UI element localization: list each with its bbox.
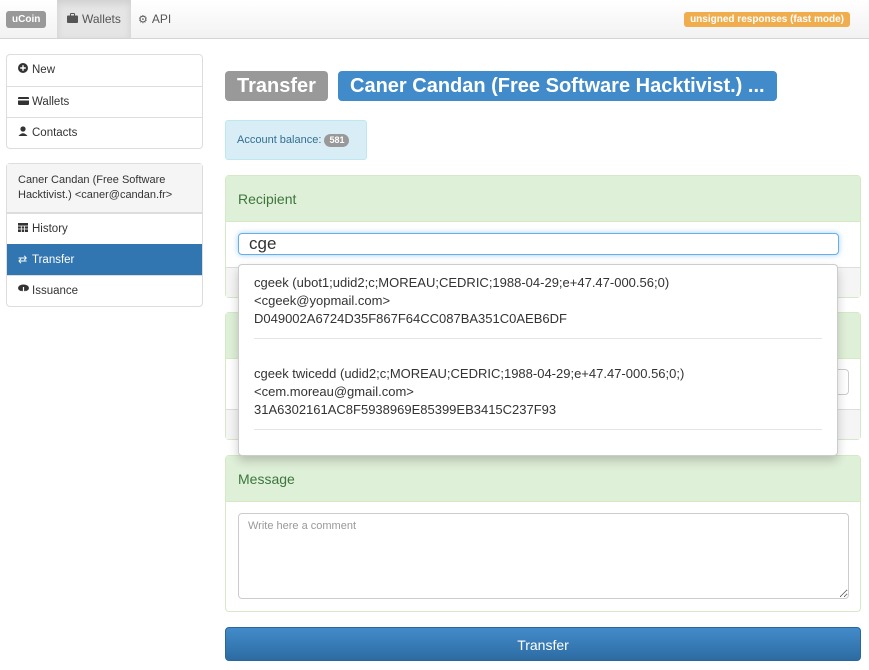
sidebar-item-new[interactable]: New [7, 55, 202, 86]
suggestion-name: cgeek (ubot1;udid2;c;MOREAU;CEDRIC;1988-… [254, 275, 670, 290]
recipient-input[interactable] [238, 233, 839, 255]
plus-circle-icon [18, 55, 32, 86]
message-heading: Message [226, 456, 860, 502]
sidebar-item-issuance[interactable]: Issuance [7, 275, 202, 306]
suggestion-email: <cem.moreau@gmail.com> [254, 384, 414, 399]
nav-tab-api[interactable]: ⚙ API [128, 0, 181, 38]
credit-card-icon [18, 87, 32, 118]
sidebar-item-label: Wallets [32, 96, 70, 108]
calendar-icon [18, 214, 32, 245]
balance-badge: 581 [324, 133, 350, 147]
suggestion-item[interactable]: cgeek twicedd (udid2;c;MOREAU;CEDRIC;198… [254, 356, 822, 430]
sidebar-item-label: History [32, 223, 68, 235]
transfer-submit-button[interactable]: Transfer [225, 627, 861, 661]
sidebar-item-transfer[interactable]: ⇄ Transfer [7, 244, 202, 275]
sidebar-item-contacts[interactable]: Contacts [7, 117, 202, 148]
gear-icon: ⚙ [138, 14, 148, 26]
sidebar-item-history[interactable]: History [7, 213, 202, 244]
transfer-icon: ⇄ [18, 254, 28, 266]
recipient-autocomplete-dropdown: cgeek (ubot1;udid2;c;MOREAU;CEDRIC;1988-… [238, 264, 838, 456]
user-icon [18, 118, 32, 149]
briefcase-icon [67, 1, 78, 39]
message-textarea[interactable] [238, 513, 849, 599]
sidebar-item-label: New [32, 64, 56, 76]
suggestion-item[interactable]: cgeek (ubot1;udid2;c;MOREAU;CEDRIC;1988-… [254, 265, 822, 339]
sidebar-item-label: Issuance [32, 285, 79, 297]
nav-tab-wallets[interactable]: Wallets [57, 0, 131, 38]
sidebar-item-label: Transfer [32, 254, 75, 266]
page-title: Transfer [225, 71, 328, 101]
cloud-download-icon [18, 276, 32, 307]
recipient-heading: Recipient [226, 176, 860, 222]
suggestion-name: cgeek twicedd (udid2;c;MOREAU;CEDRIC;198… [254, 366, 685, 381]
sidebar-wallet-nav: Caner Candan (Free Software Hacktivist.)… [6, 163, 203, 307]
nav-tab-label: Wallets [82, 12, 121, 26]
mode-badge: unsigned responses (fast mode) [684, 12, 850, 27]
wallet-header: Caner Candan (Free Software Hacktivist.)… [7, 164, 202, 213]
sidebar-item-label: Contacts [32, 127, 78, 139]
message-panel: Message [225, 455, 861, 612]
suggestion-email: <cgeek@yopmail.com> [254, 293, 391, 308]
suggestion-fingerprint: D049002A6724D35F867F64CC087BA351C0AEB6DF [254, 311, 567, 326]
brand-logo[interactable]: uCoin [6, 11, 47, 28]
suggestion-fingerprint: 31A6302161AC8F5938969E85399EB3415C237F93 [254, 402, 557, 417]
top-navbar: uCoin Wallets ⚙ API unsigned responses (f… [0, 0, 869, 39]
wallet-name-label: Caner Candan (Free Software Hacktivist.)… [338, 71, 777, 101]
account-balance-alert: Account balance: 581 [225, 120, 367, 160]
sidebar-item-wallets[interactable]: Wallets [7, 86, 202, 117]
sidebar-main-nav: New Wallets Contacts [6, 54, 203, 149]
nav-tab-label: API [151, 12, 172, 26]
balance-label: Account balance: [237, 134, 322, 146]
